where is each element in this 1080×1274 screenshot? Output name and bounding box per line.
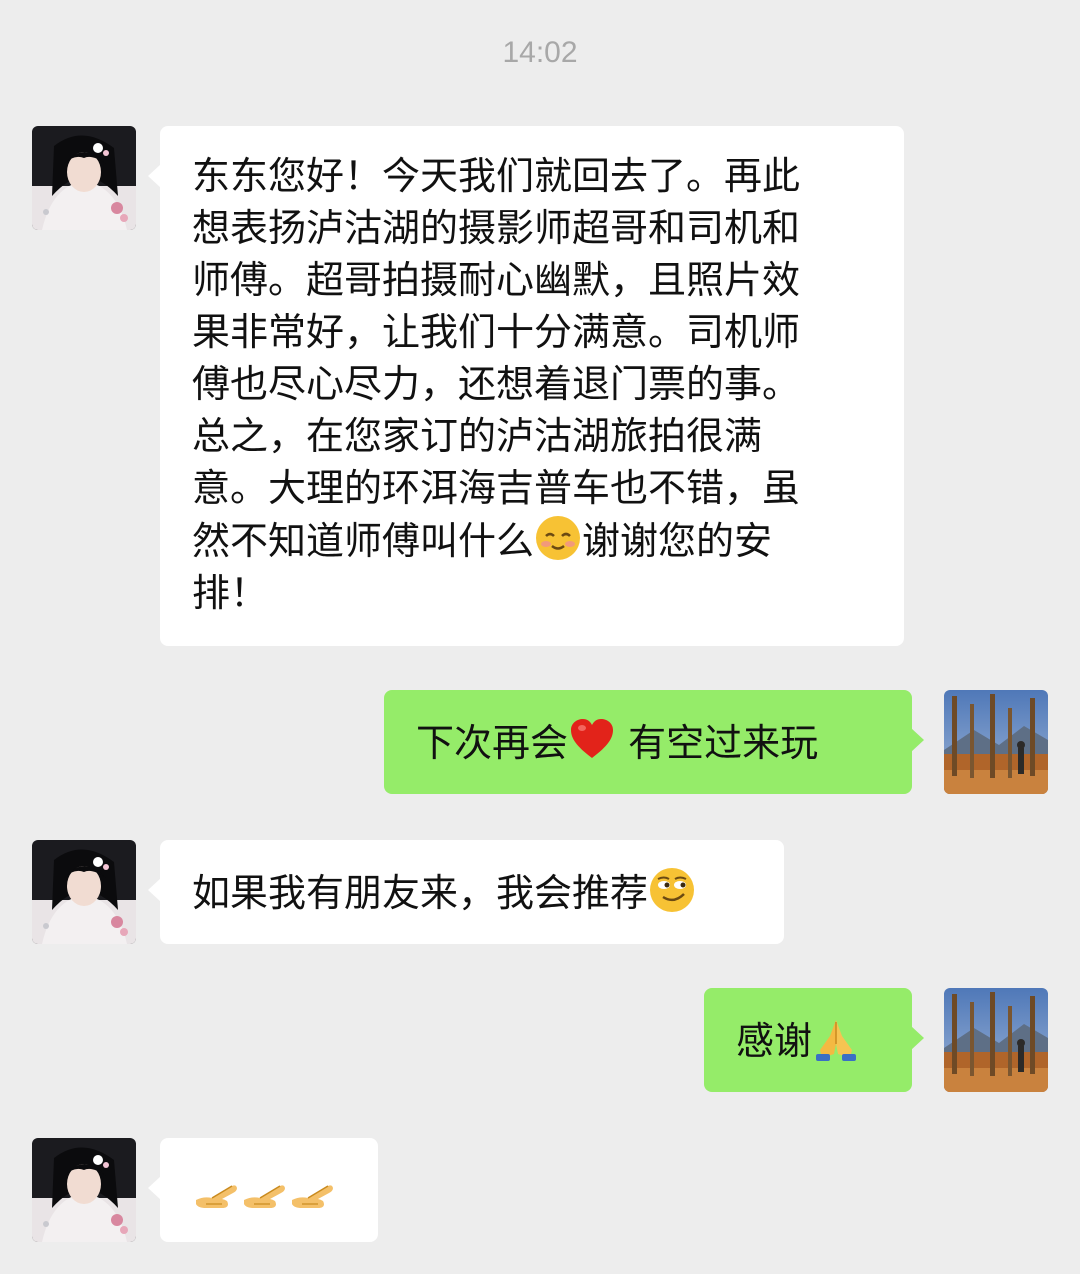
- folded-hands-emoji: [812, 1014, 860, 1062]
- message-bubble-incoming[interactable]: 东东您好！今天我们就回去了。再此 想表扬泸沽湖的摄影师超哥和司机和 师傅。超哥拍…: [148, 126, 904, 646]
- chat-timestamp: 14:02: [502, 36, 578, 69]
- message-text: 如果我有朋友来，我会推荐: [192, 866, 754, 919]
- smirk-face-emoji: [648, 866, 696, 914]
- message-text: 东东您好！今天我们就回去了。再此 想表扬泸沽湖的摄影师超哥和司机和 师傅。超哥拍…: [192, 154, 801, 615]
- self-avatar[interactable]: [944, 690, 1048, 794]
- message-text: 下次再会 有空过来玩: [416, 716, 882, 769]
- contact-avatar[interactable]: [32, 840, 136, 944]
- pointing-hand-emoji: [240, 1166, 288, 1214]
- message-bubble-outgoing[interactable]: 感谢: [704, 988, 924, 1092]
- self-avatar[interactable]: [944, 988, 1048, 1092]
- contact-avatar[interactable]: [32, 126, 136, 230]
- message-text: [192, 1166, 354, 1219]
- red-heart-emoji: [568, 716, 616, 764]
- contact-avatar[interactable]: [32, 1138, 136, 1242]
- message-text: 感谢: [736, 1014, 882, 1067]
- message-bubble-outgoing[interactable]: 下次再会 有空过来玩: [384, 690, 924, 794]
- blush-face-emoji: [534, 514, 582, 562]
- pointing-hand-emoji: [288, 1166, 336, 1214]
- message-bubble-incoming[interactable]: [148, 1138, 378, 1242]
- pointing-hand-emoji: [192, 1166, 240, 1214]
- message-bubble-incoming[interactable]: 如果我有朋友来，我会推荐: [148, 840, 784, 944]
